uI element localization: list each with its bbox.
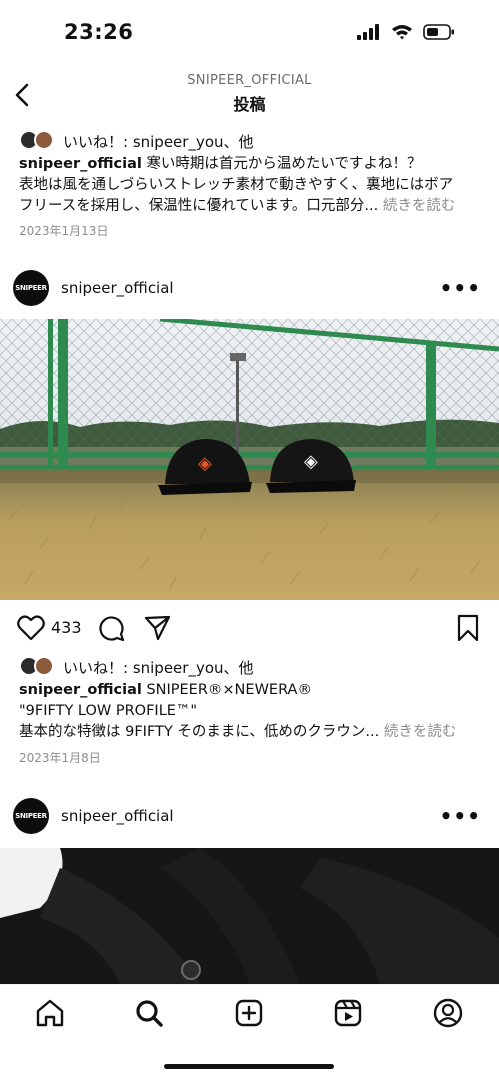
like-count[interactable]: 433 <box>51 618 82 637</box>
post-username[interactable]: snipeer_official <box>61 279 174 297</box>
post-date: 2023年1月13日 <box>19 224 109 238</box>
signal-icon <box>357 24 379 40</box>
status-icons <box>357 24 455 40</box>
caption-username[interactable]: snipeer_official <box>19 682 142 698</box>
post-author-row[interactable]: SNIPEER snipeer_official <box>13 798 174 834</box>
read-more-link[interactable]: 続きを読む <box>383 198 456 214</box>
caption-text: 表地は風を通しづらいストレッチ素材で動きやすく、裏地にはボア <box>19 177 454 193</box>
likes-summary[interactable]: いいね！: snipeer_you、他 <box>19 656 254 678</box>
avatar[interactable]: SNIPEER <box>13 798 49 834</box>
caption-text: 基本的な特徴は 9FIFTY そのままに、低めのクラウン... <box>19 724 380 740</box>
page-title: 投稿 <box>233 95 266 114</box>
caption-text: SNIPEER®×NEWERA® <box>146 682 312 698</box>
avatar <box>34 130 54 150</box>
search-icon[interactable] <box>133 997 165 1029</box>
reels-icon[interactable] <box>332 997 364 1029</box>
profile-icon[interactable] <box>432 997 464 1029</box>
header-account-name: SNIPEER_OFFICIAL <box>187 73 312 88</box>
more-options-icon[interactable]: ••• <box>440 804 481 828</box>
status-time: 23:26 <box>64 20 134 44</box>
post-caption: snipeer_official SNIPEER®×NEWERA® "9FIFT… <box>19 680 489 743</box>
home-indicator <box>164 1064 334 1069</box>
create-post-icon[interactable] <box>233 997 265 1029</box>
caption-text: 寒い時期は首元から温めたいですよね！？ <box>146 156 422 172</box>
likes-text: いいね！: snipeer_you、他 <box>63 658 254 677</box>
home-icon[interactable] <box>34 997 66 1029</box>
bookmark-icon[interactable] <box>457 614 479 642</box>
comment-icon[interactable] <box>97 614 125 642</box>
post-username[interactable]: snipeer_official <box>61 807 174 825</box>
post-image[interactable]: ◈ ◈ <box>0 319 499 600</box>
avatar <box>34 656 54 676</box>
post-date: 2023年1月8日 <box>19 751 101 765</box>
read-more-link[interactable]: 続きを読む <box>384 724 457 740</box>
caption-text: "9FIFTY LOW PROFILE™" <box>19 703 198 719</box>
likes-text: いいね！: snipeer_you、他 <box>63 132 254 151</box>
avatar[interactable]: SNIPEER <box>13 270 49 306</box>
post-action-bar: 433 <box>0 610 499 646</box>
share-icon[interactable] <box>143 614 171 642</box>
post-caption: snipeer_official 寒い時期は首元から温めたいですよね！？ 表地は… <box>19 154 489 217</box>
caption-text: フリースを採用し、保温性に優れています。口元部分... <box>19 198 379 214</box>
post-author-row[interactable]: SNIPEER snipeer_official <box>13 270 174 306</box>
battery-icon <box>423 24 454 40</box>
heart-icon[interactable] <box>17 615 45 641</box>
svg-text:◈: ◈ <box>304 451 318 472</box>
more-options-icon[interactable]: ••• <box>440 276 481 300</box>
caption-username[interactable]: snipeer_official <box>19 156 142 172</box>
wifi-icon <box>392 25 412 40</box>
svg-text:◈: ◈ <box>198 453 212 474</box>
liker-avatars <box>19 656 57 678</box>
post-image[interactable] <box>0 848 499 984</box>
likes-summary[interactable]: いいね！: snipeer_you、他 <box>19 130 254 152</box>
liker-avatars <box>19 130 57 152</box>
